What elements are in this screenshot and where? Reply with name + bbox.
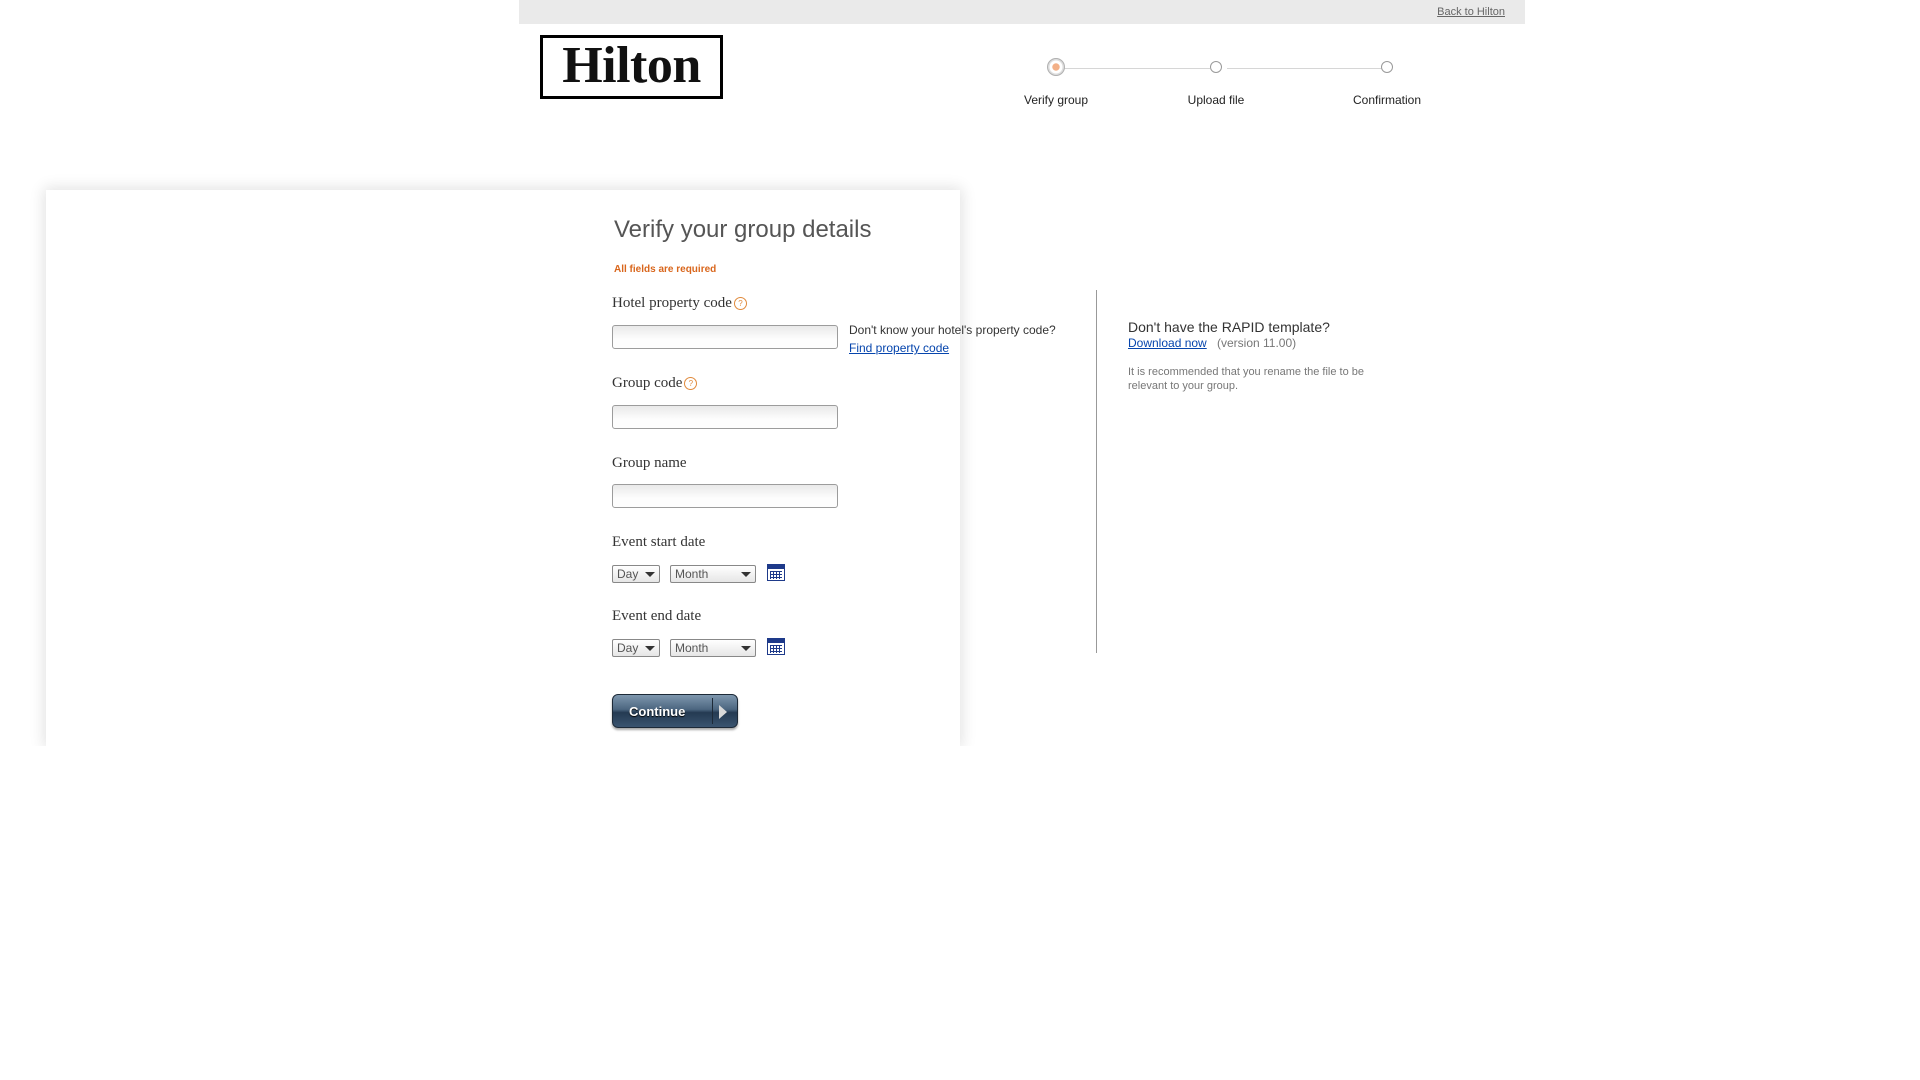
chevron-down-icon <box>645 572 655 577</box>
rename-note: It is recommended that you rename the fi… <box>1128 366 1365 392</box>
start-day-value: Day <box>617 567 639 581</box>
logo-text: Hilton <box>562 36 701 94</box>
calendar-icon[interactable] <box>767 638 785 655</box>
form-card <box>46 190 960 746</box>
end-day-select[interactable]: Day <box>612 639 660 657</box>
step-connector <box>1056 68 1210 69</box>
arrow-right-icon <box>719 705 727 719</box>
start-month-select[interactable]: Month <box>670 565 756 583</box>
end-day-value: Day <box>617 641 639 655</box>
end-month-value: Month <box>675 641 709 655</box>
calendar-header <box>768 639 784 643</box>
step-1-indicator <box>1047 58 1065 76</box>
group-name-label: Group name <box>612 455 687 471</box>
hilton-logo[interactable]: Hilton <box>540 35 723 99</box>
step-label-confirmation: Confirmation <box>1352 93 1422 107</box>
template-version: (version 11.00) <box>1217 336 1297 350</box>
required-note: All fields are required <box>614 264 717 275</box>
step-connector <box>1227 68 1387 69</box>
group-code-input[interactable] <box>612 405 838 429</box>
calendar-grid <box>770 645 782 653</box>
start-month-value: Month <box>675 567 709 581</box>
download-now-link[interactable]: Download now <box>1128 336 1207 350</box>
step-2-indicator <box>1210 61 1222 73</box>
button-divider <box>712 698 713 724</box>
column-divider <box>1096 290 1097 653</box>
top-bar: Back to Hilton <box>519 0 1525 24</box>
step-3-indicator <box>1381 61 1393 73</box>
help-icon[interactable]: ? <box>733 297 747 311</box>
calendar-icon[interactable] <box>767 564 785 581</box>
property-code-hint: Don't know your hotel's property code? <box>849 323 1056 337</box>
page-title: Verify your group details <box>614 216 872 243</box>
card-bottom-fade <box>30 746 984 786</box>
event-end-date-label: Event end date <box>612 608 702 624</box>
event-start-date-label: Event start date <box>612 534 706 550</box>
end-month-select[interactable]: Month <box>670 639 756 657</box>
start-day-select[interactable]: Day <box>612 565 660 583</box>
group-code-label: Group code? <box>612 375 698 392</box>
calendar-grid <box>770 571 782 579</box>
property-code-input[interactable] <box>612 325 838 349</box>
property-code-label-text: Hotel property code <box>612 295 732 311</box>
help-icon[interactable]: ? <box>684 377 698 391</box>
step-label-upload-file: Upload file <box>1187 93 1245 107</box>
group-code-label-text: Group code <box>612 375 683 391</box>
continue-label: Continue <box>629 704 686 719</box>
chevron-down-icon <box>645 646 655 651</box>
continue-button[interactable]: Continue <box>612 694 738 728</box>
calendar-header <box>768 565 784 569</box>
find-property-code-link[interactable]: Find property code <box>849 341 949 355</box>
back-to-hilton-link[interactable]: Back to Hilton <box>1437 6 1505 18</box>
chevron-down-icon <box>741 572 751 577</box>
group-name-input[interactable] <box>612 484 838 508</box>
template-title: Don't have the RAPID template? <box>1128 319 1330 335</box>
chevron-down-icon <box>741 646 751 651</box>
step-label-verify-group: Verify group <box>1023 93 1089 107</box>
property-code-label: Hotel property code? <box>612 295 747 312</box>
progress-steps: Verify group Upload file Confirmation <box>1019 58 1519 118</box>
